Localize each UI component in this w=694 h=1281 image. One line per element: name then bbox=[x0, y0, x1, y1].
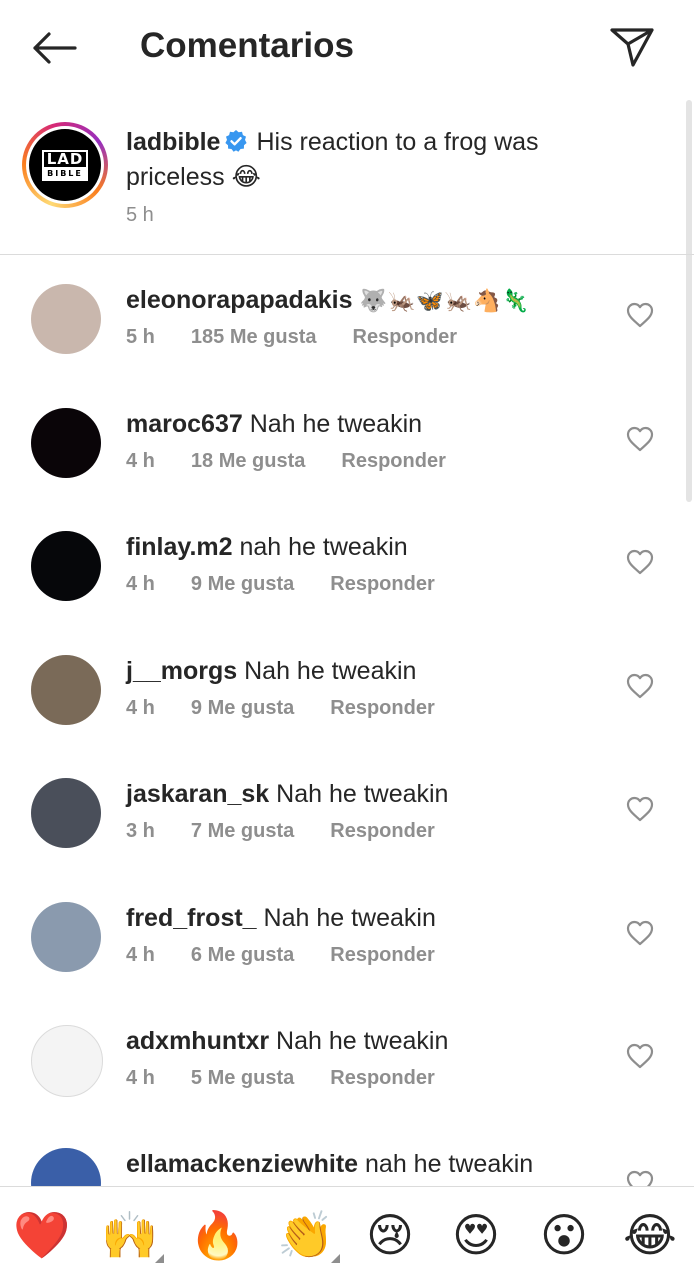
variant-indicator-icon bbox=[155, 1254, 164, 1263]
like-count[interactable]: 9 Me gusta bbox=[191, 697, 294, 719]
avatar[interactable] bbox=[31, 655, 101, 725]
caption-timestamp: 5 h bbox=[126, 204, 154, 226]
caption-text-block: ladbible His reaction to a frog was price… bbox=[126, 126, 606, 193]
avatar[interactable] bbox=[31, 531, 101, 601]
like-count[interactable]: 185 Me gusta bbox=[191, 326, 317, 348]
comment-text-block: ellamackenziewhite nah he tweakin bbox=[126, 1148, 606, 1180]
comment-row: fred_frost_ Nah he tweakin 4 h 6 Me gusta R… bbox=[0, 902, 694, 1025]
clapping-emoji-button[interactable]: 👏 bbox=[276, 1205, 340, 1265]
like-heart-icon[interactable] bbox=[626, 549, 654, 575]
comment-body: nah he tweakin bbox=[358, 1150, 534, 1178]
like-count[interactable]: 6 Me gusta bbox=[191, 944, 294, 966]
avatar[interactable] bbox=[31, 408, 101, 478]
comment-row: adxmhuntxr Nah he tweakin 4 h 5 Me gusta Re… bbox=[0, 1025, 694, 1148]
comment-timestamp: 4 h bbox=[126, 944, 155, 966]
comment-body: Nah he tweakin bbox=[269, 1027, 449, 1055]
comment-meta: 3 h 7 Me gusta Responder bbox=[126, 820, 471, 843]
reply-button[interactable]: Responder bbox=[330, 820, 434, 842]
like-heart-icon[interactable] bbox=[626, 1043, 654, 1069]
comment-text-block: eleonorapapadakis 🐺🦗🦋🦗🐴🦎 bbox=[126, 284, 606, 317]
comment-text-block: maroc637 Nah he tweakin bbox=[126, 408, 606, 440]
comment-body: Nah he tweakin bbox=[242, 410, 423, 438]
comment-username[interactable]: j__morgs bbox=[126, 657, 237, 685]
laughing-emoji-button[interactable]: 😂 bbox=[620, 1205, 680, 1265]
back-button[interactable] bbox=[28, 26, 80, 70]
avatar[interactable] bbox=[31, 778, 101, 848]
surprised-emoji-button[interactable]: 😮 bbox=[534, 1205, 594, 1265]
comment-meta: 4 h 18 Me gusta Responder bbox=[126, 450, 482, 473]
reply-button[interactable]: Responder bbox=[353, 326, 457, 348]
comment-username[interactable]: eleonorapapadakis bbox=[126, 286, 352, 314]
heart-emoji-button[interactable]: ❤️ bbox=[12, 1205, 72, 1265]
comment-username[interactable]: finlay.m2 bbox=[126, 533, 233, 561]
comment-body: Nah he tweakin bbox=[269, 780, 449, 808]
comment-username[interactable]: fred_frost_ bbox=[126, 904, 257, 932]
comment-username[interactable]: jaskaran_sk bbox=[126, 780, 269, 808]
heart-eyes-emoji-button[interactable]: 😍 bbox=[446, 1205, 506, 1265]
comment-timestamp: 4 h bbox=[126, 573, 155, 595]
logo-text-bottom: BIBLE bbox=[42, 166, 88, 181]
comment-row: maroc637 Nah he tweakin 4 h 18 Me gusta Res… bbox=[0, 408, 694, 531]
like-heart-icon[interactable] bbox=[626, 302, 654, 328]
comment-text-block: fred_frost_ Nah he tweakin bbox=[126, 902, 606, 934]
comment-meta: 4 h 6 Me gusta Responder bbox=[126, 944, 471, 967]
story-ring[interactable]: LAD BIBLE bbox=[22, 122, 108, 208]
comment-body: nah he tweakin bbox=[232, 533, 408, 561]
comment-timestamp: 4 h bbox=[126, 697, 155, 719]
comment-meta: 4 h 9 Me gusta Responder bbox=[126, 697, 471, 720]
comment-body: Nah he tweakin bbox=[237, 657, 417, 685]
arrow-left-icon bbox=[33, 32, 77, 64]
comment-body: 🐺🦗🦋🦗🐴🦎 bbox=[352, 288, 530, 313]
like-heart-icon[interactable] bbox=[626, 796, 654, 822]
comment-text-block: adxmhuntxr Nah he tweakin bbox=[126, 1025, 606, 1057]
reply-button[interactable]: Responder bbox=[330, 573, 434, 595]
caption-username[interactable]: ladbible bbox=[126, 128, 220, 156]
like-count[interactable]: 18 Me gusta bbox=[191, 450, 305, 472]
reply-button[interactable]: Responder bbox=[330, 697, 434, 719]
comment-row: jaskaran_sk Nah he tweakin 3 h 7 Me gusta R… bbox=[0, 778, 694, 901]
comment-username[interactable]: maroc637 bbox=[126, 410, 243, 438]
comment-timestamp: 5 h bbox=[126, 326, 155, 348]
comment-row: finlay.m2 nah he tweakin 4 h 9 Me gusta Res… bbox=[0, 531, 694, 654]
page-title: Comentarios bbox=[140, 26, 354, 65]
comment-body: Nah he tweakin bbox=[256, 904, 436, 932]
like-heart-icon[interactable] bbox=[626, 673, 654, 699]
header: Comentarios bbox=[0, 0, 694, 96]
comment-meta: 5 h 185 Me gusta Responder bbox=[126, 326, 493, 349]
logo-text-top: LAD bbox=[41, 149, 89, 167]
like-heart-icon[interactable] bbox=[626, 920, 654, 946]
post-caption: LAD BIBLE ladbible His reaction to a frog… bbox=[0, 100, 694, 255]
avatar[interactable] bbox=[31, 284, 101, 354]
avatar[interactable] bbox=[31, 1025, 103, 1097]
reply-button[interactable]: Responder bbox=[330, 944, 434, 966]
comment-meta: 4 h 9 Me gusta Responder bbox=[126, 573, 471, 596]
comment-text-block: jaskaran_sk Nah he tweakin bbox=[126, 778, 606, 810]
avatar[interactable] bbox=[31, 902, 101, 972]
raising-hands-emoji-button[interactable]: 🙌 bbox=[100, 1205, 164, 1265]
fire-emoji-button[interactable]: 🔥 bbox=[188, 1205, 248, 1265]
comment-row: eleonorapapadakis 🐺🦗🦋🦗🐴🦎 5 h 185 Me gusta R… bbox=[0, 284, 694, 407]
like-heart-icon[interactable] bbox=[626, 426, 654, 452]
emoji-reaction-bar: ❤️ 🙌 🔥 👏 😢 😍 😮 😂 bbox=[0, 1186, 694, 1281]
like-count[interactable]: 7 Me gusta bbox=[191, 820, 294, 842]
reply-button[interactable]: Responder bbox=[330, 1067, 434, 1089]
comment-timestamp: 4 h bbox=[126, 450, 155, 472]
send-icon bbox=[610, 28, 654, 67]
crying-emoji-button[interactable]: 😢 bbox=[360, 1205, 420, 1265]
comment-username[interactable]: adxmhuntxr bbox=[126, 1027, 269, 1055]
comment-timestamp: 4 h bbox=[126, 1067, 155, 1089]
comment-text-block: j__morgs Nah he tweakin bbox=[126, 655, 606, 687]
like-count[interactable]: 5 Me gusta bbox=[191, 1067, 294, 1089]
variant-indicator-icon bbox=[331, 1254, 340, 1263]
reply-button[interactable]: Responder bbox=[341, 450, 445, 472]
verified-badge-icon bbox=[224, 129, 248, 161]
comment-username[interactable]: ellamackenziewhite bbox=[126, 1150, 358, 1178]
avatar: LAD BIBLE bbox=[29, 129, 101, 201]
comment-timestamp: 3 h bbox=[126, 820, 155, 842]
like-count[interactable]: 9 Me gusta bbox=[191, 573, 294, 595]
comment-meta: 4 h 5 Me gusta Responder bbox=[126, 1067, 471, 1090]
comment-text-block: finlay.m2 nah he tweakin bbox=[126, 531, 606, 563]
share-button[interactable] bbox=[604, 22, 660, 72]
comment-row: j__morgs Nah he tweakin 4 h 9 Me gusta Resp… bbox=[0, 655, 694, 778]
